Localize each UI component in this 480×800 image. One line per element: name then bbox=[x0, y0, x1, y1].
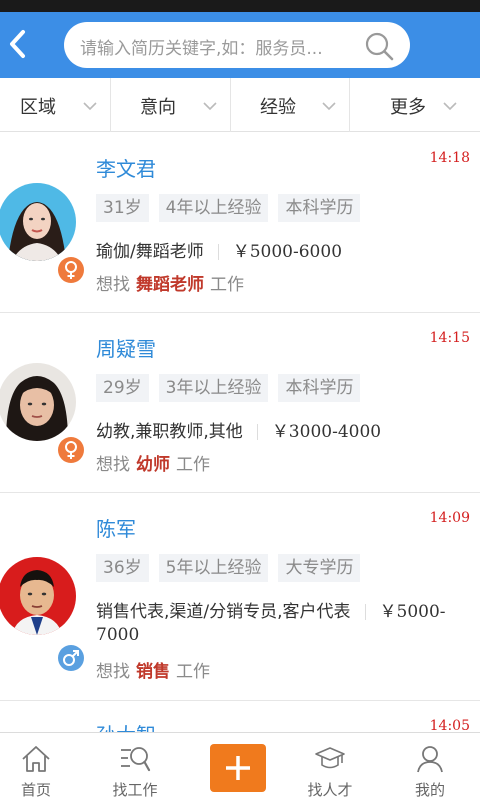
avatar[interactable] bbox=[0, 363, 76, 441]
salary-continued: 7000 bbox=[96, 625, 140, 645]
salary: ￥5000-6000 bbox=[232, 242, 343, 262]
chevron-left-icon bbox=[10, 30, 25, 58]
experience-tag: 4年以上经验 bbox=[158, 194, 269, 222]
chevron-down-icon bbox=[203, 102, 217, 111]
education-tag: 本科学历 bbox=[278, 374, 361, 402]
update-time: 14:18 bbox=[429, 150, 470, 166]
candidate-name[interactable]: 周疑雪 bbox=[96, 333, 156, 362]
filter-experience[interactable]: 经验 bbox=[231, 78, 349, 132]
age-tag: 29岁 bbox=[96, 374, 149, 402]
experience-tag: 3年以上经验 bbox=[158, 374, 269, 402]
tab-label: 找人才 bbox=[307, 781, 353, 799]
job-line-continued: 7000 bbox=[96, 625, 139, 645]
divider bbox=[364, 604, 366, 620]
search-box[interactable]: 请输入简历关键字,如：服务员... bbox=[64, 22, 410, 68]
want-suffix: 工作 bbox=[176, 662, 210, 682]
divider bbox=[256, 424, 258, 440]
candidate-card[interactable]: 李文君 14:18 31岁 4年以上经验 本科学历 瑜伽/舞蹈老师 ￥5000-600… bbox=[0, 133, 480, 313]
candidate-tags: 29岁 3年以上经验 本科学历 bbox=[96, 374, 370, 402]
education-tag: 本科学历 bbox=[278, 194, 361, 222]
want-suffix: 工作 bbox=[210, 275, 244, 295]
chevron-down-icon bbox=[83, 102, 97, 111]
avatar[interactable] bbox=[0, 183, 76, 261]
filter-intention[interactable]: 意向 bbox=[111, 78, 230, 132]
job-titles: 销售代表,渠道/分销专员,客户代表 bbox=[96, 602, 351, 622]
user-icon bbox=[417, 746, 443, 773]
post-button[interactable] bbox=[210, 744, 266, 792]
filter-label: 意向 bbox=[140, 97, 176, 118]
tab-label: 首页 bbox=[20, 781, 51, 799]
age-tag: 31岁 bbox=[96, 194, 149, 222]
search-icon[interactable] bbox=[364, 31, 394, 61]
male-icon bbox=[58, 645, 84, 671]
tab-label: 找工作 bbox=[112, 781, 158, 799]
want-position: 舞蹈老师 bbox=[136, 275, 204, 295]
divider bbox=[217, 244, 219, 260]
want-prefix: 想找 bbox=[96, 455, 130, 475]
want-position: 幼师 bbox=[136, 455, 170, 475]
status-bar bbox=[0, 0, 480, 12]
job-line: 幼教,兼职教师,其他 ￥3000-4000 bbox=[96, 417, 381, 442]
filter-label: 区域 bbox=[20, 97, 56, 118]
candidate-card[interactable]: 陈军 14:09 36岁 5年以上经验 大专学历 销售代表,渠道/分销专员,客户代表… bbox=[0, 493, 480, 701]
job-titles: 瑜伽/舞蹈老师 bbox=[96, 242, 204, 262]
filter-label: 更多 bbox=[390, 97, 426, 118]
age-tag: 36岁 bbox=[96, 554, 149, 582]
plus-icon bbox=[226, 756, 250, 780]
wanted-job: 想找 舞蹈老师 工作 bbox=[96, 270, 244, 295]
filter-area[interactable]: 区域 bbox=[0, 78, 110, 132]
candidate-name[interactable]: 李文君 bbox=[96, 153, 156, 182]
want-position: 销售 bbox=[136, 662, 170, 682]
tab-label: 我的 bbox=[414, 781, 445, 799]
chevron-down-icon bbox=[443, 102, 457, 111]
candidate-name[interactable]: 陈军 bbox=[96, 513, 136, 542]
want-prefix: 想找 bbox=[96, 275, 130, 295]
candidate-card[interactable]: 周疑雪 14:15 29岁 3年以上经验 本科学历 幼教,兼职教师,其他 ￥3000-… bbox=[0, 313, 480, 493]
avatar-photo bbox=[0, 183, 76, 261]
salary: ￥5000- bbox=[379, 602, 446, 622]
candidate-tags: 36岁 5年以上经验 大专学历 bbox=[96, 554, 370, 582]
back-button[interactable] bbox=[4, 26, 34, 62]
graduate-icon bbox=[315, 747, 345, 769]
search-input[interactable]: 请输入简历关键字,如：服务员... bbox=[80, 34, 323, 59]
want-suffix: 工作 bbox=[176, 455, 210, 475]
education-tag: 大专学历 bbox=[278, 554, 361, 582]
filter-bar: 区域 意向 经验 更多 bbox=[0, 78, 480, 132]
job-line: 瑜伽/舞蹈老师 ￥5000-6000 bbox=[96, 237, 342, 262]
wanted-job: 想找 销售 工作 bbox=[96, 657, 210, 682]
chevron-down-icon bbox=[322, 102, 336, 111]
candidate-tags: 31岁 4年以上经验 本科学历 bbox=[96, 194, 370, 222]
wanted-job: 想找 幼师 工作 bbox=[96, 450, 210, 475]
avatar[interactable] bbox=[0, 557, 76, 635]
job-search-icon bbox=[121, 747, 151, 772]
tab-find-talent[interactable]: 找人才 bbox=[282, 733, 378, 800]
filter-label: 经验 bbox=[260, 97, 296, 118]
update-time: 14:09 bbox=[429, 510, 470, 526]
avatar-photo bbox=[0, 363, 76, 441]
home-icon bbox=[22, 746, 50, 772]
job-line: 销售代表,渠道/分销专员,客户代表 ￥5000- bbox=[96, 597, 446, 622]
header: 请输入简历关键字,如：服务员... bbox=[0, 12, 480, 78]
job-titles: 幼教,兼职教师,其他 bbox=[96, 422, 243, 442]
avatar-photo bbox=[0, 557, 76, 635]
experience-tag: 5年以上经验 bbox=[158, 554, 269, 582]
tab-mine[interactable]: 我的 bbox=[382, 733, 478, 800]
salary: ￥3000-4000 bbox=[271, 422, 382, 442]
tab-home[interactable]: 首页 bbox=[0, 733, 84, 800]
female-icon bbox=[58, 257, 84, 283]
want-prefix: 想找 bbox=[96, 662, 130, 682]
female-icon bbox=[58, 437, 84, 463]
update-time: 14:15 bbox=[429, 330, 470, 346]
tab-find-job[interactable]: 找工作 bbox=[87, 733, 183, 800]
filter-more[interactable]: 更多 bbox=[350, 78, 480, 132]
